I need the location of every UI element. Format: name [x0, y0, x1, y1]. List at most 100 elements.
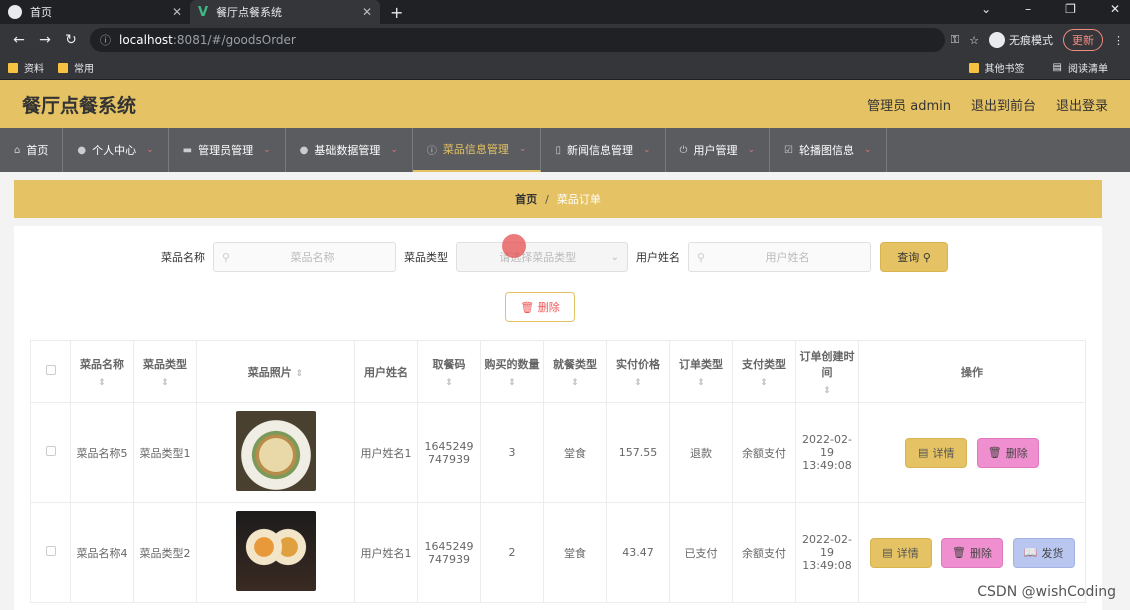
- header-label: 实付价格: [616, 357, 660, 371]
- bookmark-folder[interactable]: 其他书签: [968, 60, 1025, 75]
- key-icon[interactable]: ⚿: [951, 33, 959, 47]
- button-label: 删除: [969, 546, 992, 560]
- minimize-icon[interactable]: –: [1025, 2, 1031, 16]
- detail-button[interactable]: ▤ 详情: [905, 437, 968, 468]
- delete-button[interactable]: 🗑 删除: [941, 537, 1003, 568]
- dish-photo[interactable]: [235, 411, 316, 491]
- sort-icon[interactable]: ⇕: [134, 378, 196, 388]
- chevron-down-icon: ⌄: [747, 145, 755, 155]
- col-order-type[interactable]: 订单类型 ⇕: [669, 340, 733, 403]
- nav-basic-data[interactable]: ● 基础数据管理 ⌄: [286, 128, 413, 172]
- bookmark-folder[interactable]: 常用: [58, 60, 94, 75]
- incognito-indicator[interactable]: 无痕模式: [989, 32, 1053, 48]
- col-created-time[interactable]: 订单创建时间 ⇕: [795, 340, 859, 403]
- more-menu-icon[interactable]: ⋮: [1113, 34, 1124, 47]
- row-checkbox[interactable]: [45, 546, 56, 556]
- close-icon[interactable]: ✕: [172, 5, 182, 19]
- col-dish-type[interactable]: 菜品类型 ⇕: [133, 340, 197, 403]
- nav-label: 轮播图信息: [798, 144, 854, 157]
- col-dine-type[interactable]: 就餐类型 ⇕: [543, 340, 607, 403]
- dish-name-input[interactable]: ⚲ 菜品名称: [213, 242, 396, 272]
- nav-user-management[interactable]: ⏻ 用户管理 ⌄: [666, 128, 770, 172]
- search-icon: ⚲: [922, 250, 931, 264]
- url-field[interactable]: ⓘ localhost:8081/#/goodsOrder: [90, 28, 945, 52]
- star-icon[interactable]: ☆: [969, 34, 979, 47]
- sort-icon[interactable]: ⇕: [607, 378, 669, 388]
- col-dish-name[interactable]: 菜品名称 ⇕: [70, 340, 134, 403]
- batch-delete-button[interactable]: 🗑 删除: [505, 292, 575, 322]
- select-all-checkbox[interactable]: [45, 365, 56, 375]
- folder-icon: [968, 62, 979, 73]
- reading-list-icon: ▤: [1052, 62, 1062, 73]
- sort-icon[interactable]: ⇕: [71, 378, 133, 388]
- nav-dish-info[interactable]: ⓘ 菜品信息管理 ⌄: [412, 128, 542, 172]
- detail-button[interactable]: ▤ 详情: [869, 537, 932, 568]
- reading-list[interactable]: ▤ 阅读清单: [1053, 60, 1108, 75]
- browser-tab-home[interactable]: 首页 ✕: [0, 0, 190, 24]
- search-icon: ⚲: [697, 250, 706, 264]
- back-arrow-icon[interactable]: ←: [6, 32, 32, 48]
- bookmark-label: 资料: [24, 64, 44, 75]
- row-checkbox[interactable]: [45, 446, 56, 456]
- close-window-icon[interactable]: ✕: [1110, 2, 1120, 16]
- logout-link[interactable]: 退出登录: [1056, 95, 1108, 114]
- back-to-front-link[interactable]: 退出到前台: [971, 95, 1036, 114]
- cell-order-type: 退款: [669, 402, 733, 503]
- restore-icon[interactable]: ❐: [1065, 2, 1076, 16]
- ship-button[interactable]: 📖 发货: [1012, 537, 1075, 568]
- main-nav: ⌂ 首页 ● 个人中心 ⌄ ▬ 管理员管理 ⌄ ● 基础数据管理 ⌄ ⓘ 菜品信息管理 ⌄ ▯ 新闻…: [0, 128, 1130, 172]
- chevron-down-icon: ⌄: [263, 145, 271, 155]
- breadcrumb-home[interactable]: 首页: [515, 191, 537, 207]
- update-button[interactable]: 更新: [1063, 29, 1103, 51]
- delete-button[interactable]: 🗑 删除: [976, 437, 1039, 468]
- dish-type-select[interactable]: 请选择菜品类型 ⌄: [456, 242, 628, 272]
- cell-dish-photo: [196, 502, 355, 603]
- url-path: :8081/#/goodsOrder: [172, 33, 296, 47]
- dish-photo[interactable]: [235, 511, 316, 591]
- incognito-icon: [989, 32, 1005, 48]
- chevron-down-icon[interactable]: ⌄: [981, 2, 991, 16]
- bookmark-label: 其他书签: [984, 64, 1025, 75]
- mouse-cursor-indicator: [502, 234, 526, 258]
- nav-home[interactable]: ⌂ 首页: [0, 128, 64, 172]
- user-name-input[interactable]: ⚲ 用户姓名: [688, 242, 871, 272]
- header-label: 购买的数量: [484, 357, 540, 371]
- sort-icon[interactable]: ⇕: [733, 378, 795, 388]
- nav-label: 首页: [26, 144, 49, 157]
- sort-icon[interactable]: ⇕: [418, 378, 480, 388]
- col-user-name[interactable]: 用户姓名: [354, 340, 418, 403]
- col-pickup-code[interactable]: 取餐码 ⇕: [417, 340, 481, 403]
- sort-icon[interactable]: ⇕: [481, 378, 543, 388]
- bookmark-folder[interactable]: 资料: [8, 60, 44, 75]
- folder-icon: [58, 62, 68, 73]
- header-label: 菜品照片: [247, 365, 292, 379]
- cell-paid-price: 43.47: [606, 502, 670, 603]
- col-paid-price[interactable]: 实付价格 ⇕: [606, 340, 670, 403]
- nav-label: 新闻信息管理: [566, 144, 633, 157]
- nav-news-info[interactable]: ▯ 新闻信息管理 ⌄: [541, 128, 666, 172]
- col-pay-type[interactable]: 支付类型 ⇕: [732, 340, 796, 403]
- breadcrumb-separator: /: [545, 192, 549, 206]
- sort-icon[interactable]: ⇕: [796, 386, 858, 396]
- admin-user-label: 管理员 admin: [867, 98, 951, 114]
- col-dish-photo[interactable]: 菜品照片 ⇕: [196, 340, 355, 403]
- browser-tab-strip: 首页 ✕ V 餐厅点餐系统 ✕ + ⌄ – ❐ ✕: [0, 0, 1130, 24]
- close-icon[interactable]: ✕: [362, 5, 372, 19]
- nav-carousel-info[interactable]: ☑ 轮播图信息 ⌄: [770, 128, 887, 172]
- col-quantity[interactable]: 购买的数量 ⇕: [480, 340, 544, 403]
- cell-dish-name: 菜品名称4: [70, 502, 134, 603]
- new-tab-icon[interactable]: +: [380, 0, 413, 24]
- query-button[interactable]: 查询 ⚲: [880, 242, 948, 272]
- browser-tab-app[interactable]: V 餐厅点餐系统 ✕: [190, 0, 380, 24]
- row-select-cell: [30, 502, 71, 603]
- sort-icon[interactable]: ⇕: [296, 369, 304, 379]
- sort-icon[interactable]: ⇕: [670, 378, 732, 388]
- forward-arrow-icon[interactable]: →: [32, 32, 58, 48]
- nav-admin-management[interactable]: ▬ 管理员管理 ⌄: [169, 128, 286, 172]
- info-icon[interactable]: ⓘ: [100, 32, 111, 48]
- nav-personal-center[interactable]: ● 个人中心 ⌄: [63, 128, 169, 172]
- sort-icon[interactable]: ⇕: [544, 378, 606, 388]
- reload-icon[interactable]: ↻: [58, 32, 84, 48]
- book-icon: 📖: [1023, 546, 1038, 559]
- query-label: 查询: [897, 251, 920, 264]
